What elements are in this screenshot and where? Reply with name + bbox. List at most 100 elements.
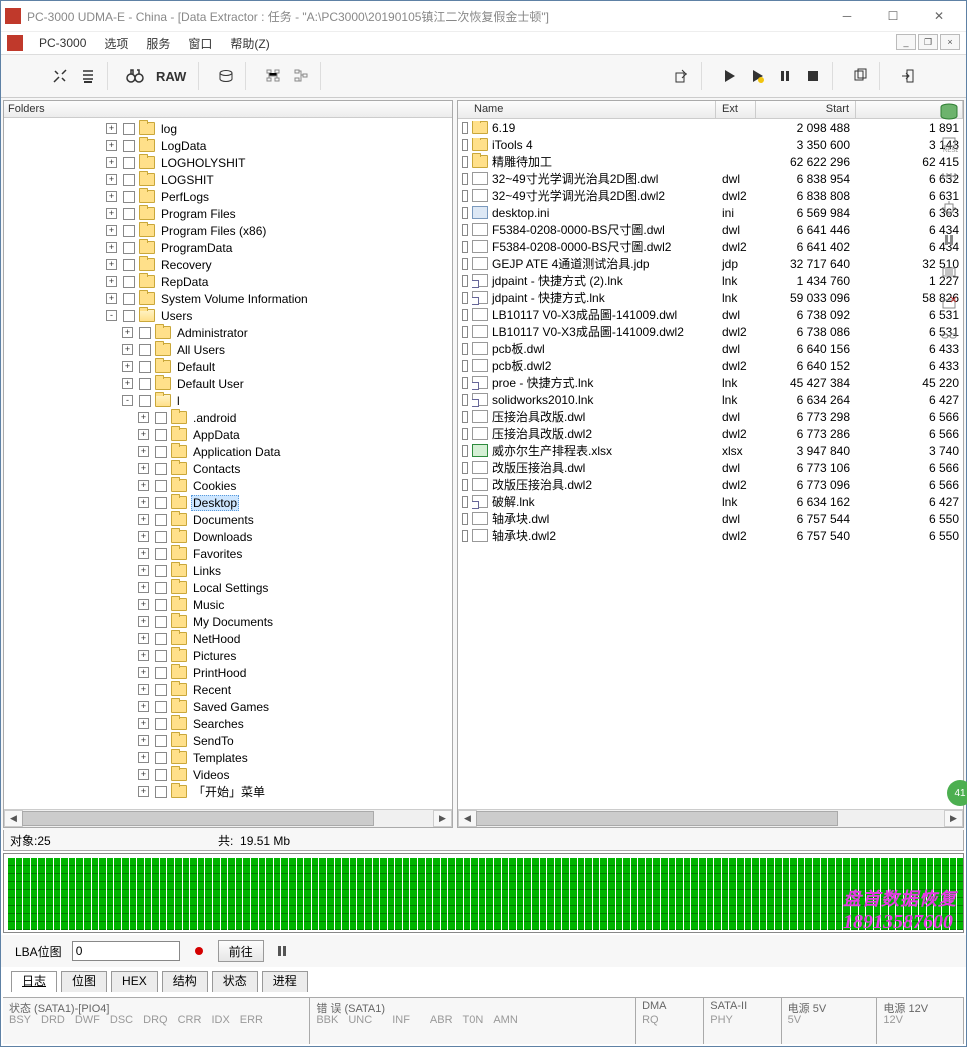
sector-bitmap[interactable]: 盘首数据恢复 18913587600 [3, 853, 964, 933]
tree-node[interactable]: +Application Data [8, 443, 428, 460]
file-row[interactable]: F5384-0208-0000-BS尺寸圖.dwl2dwl26 641 4026… [458, 238, 963, 255]
checkbox[interactable] [155, 582, 167, 594]
checkbox[interactable] [462, 241, 468, 253]
checkbox[interactable] [462, 326, 468, 338]
tree-node[interactable]: +Recent [8, 681, 428, 698]
checkbox[interactable] [139, 361, 151, 373]
tree-node[interactable]: +LogData [8, 137, 428, 154]
lba-input[interactable] [72, 941, 180, 961]
checkbox[interactable] [462, 411, 468, 423]
tree-node[interactable]: +Program Files [8, 205, 428, 222]
checkbox[interactable] [123, 123, 135, 135]
record-icon[interactable] [190, 943, 208, 959]
block-x-icon[interactable] [937, 292, 961, 316]
file-row[interactable]: 轴承块.dwl2dwl26 757 5406 550 [458, 527, 963, 544]
checkbox[interactable] [155, 616, 167, 628]
tab-status[interactable]: 状态 [212, 971, 258, 992]
checkbox[interactable] [123, 140, 135, 152]
tree-node[interactable]: -Users [8, 307, 428, 324]
file-row[interactable]: 压接治具改版.dwl2dwl26 773 2866 566 [458, 425, 963, 442]
file-row[interactable]: 威亦尔生产排程表.xlsxxlsx3 947 8403 740 [458, 442, 963, 459]
disk-icon[interactable] [215, 65, 237, 87]
checkbox[interactable] [123, 225, 135, 237]
tree-scrollbar[interactable]: ◀ ▶ [4, 809, 452, 827]
tree-node[interactable]: +Contacts [8, 460, 428, 477]
tree-node[interactable]: +Downloads [8, 528, 428, 545]
tree-node[interactable]: +LOGHOLYSHIT [8, 154, 428, 171]
tree-node[interactable]: +PrintHood [8, 664, 428, 681]
checkbox[interactable] [155, 548, 167, 560]
menu-item[interactable]: 帮助(Z) [224, 33, 275, 54]
tree-node[interactable]: +NetHood [8, 630, 428, 647]
checkbox[interactable] [139, 327, 151, 339]
tree-node[interactable]: +Videos [8, 766, 428, 783]
chip-icon[interactable] [937, 196, 961, 220]
checkbox[interactable] [123, 259, 135, 271]
tree-node[interactable]: +PerfLogs [8, 188, 428, 205]
file-row[interactable]: 压接治具改版.dwldwl6 773 2986 566 [458, 408, 963, 425]
checkbox[interactable] [155, 769, 167, 781]
play-warn-icon[interactable] [746, 65, 768, 87]
checkbox[interactable] [462, 462, 468, 474]
tree-node[interactable]: +Default User [8, 375, 428, 392]
col-ext[interactable]: Ext [716, 101, 756, 118]
tree-node[interactable]: +log [8, 120, 428, 137]
pause-icon[interactable] [774, 65, 796, 87]
scroll-left-icon[interactable]: ◀ [4, 810, 23, 827]
tree-node[interactable]: +「开始」菜单 [8, 783, 428, 800]
menu-item[interactable]: 窗口 [182, 33, 218, 54]
tree-node[interactable]: +Favorites [8, 545, 428, 562]
goto-button[interactable]: 前往 [218, 940, 264, 962]
tab-process[interactable]: 进程 [262, 971, 308, 992]
checkbox[interactable] [123, 157, 135, 169]
checkbox[interactable] [462, 139, 468, 151]
checkbox[interactable] [155, 565, 167, 577]
checkbox[interactable] [123, 293, 135, 305]
tree2-icon[interactable] [290, 65, 312, 87]
close-button[interactable]: ✕ [916, 2, 962, 30]
checkbox[interactable] [155, 480, 167, 492]
pause2-icon[interactable] [937, 228, 961, 252]
scroll-left-icon[interactable]: ◀ [458, 810, 477, 827]
checkbox[interactable] [155, 412, 167, 424]
tab-hex[interactable]: HEX [111, 971, 158, 992]
checkbox[interactable] [123, 276, 135, 288]
pause-icon[interactable] [274, 943, 290, 959]
checkbox[interactable] [155, 599, 167, 611]
binoculars-icon[interactable] [124, 65, 146, 87]
list-icon[interactable] [77, 65, 99, 87]
checkbox[interactable] [123, 242, 135, 254]
checkbox[interactable] [462, 173, 468, 185]
maximize-button[interactable]: ☐ [870, 2, 916, 30]
tree-node[interactable]: +Templates [8, 749, 428, 766]
export-icon[interactable] [671, 65, 693, 87]
checkbox[interactable] [155, 735, 167, 747]
file-row[interactable]: solidworks2010.lnklnk6 634 2646 427 [458, 391, 963, 408]
scroll-right-icon[interactable]: ▶ [433, 810, 452, 827]
tree-node[interactable]: -l [8, 392, 428, 409]
tab-log[interactable]: 日志 [11, 971, 57, 992]
checkbox[interactable] [155, 497, 167, 509]
file-row[interactable]: 改版压接治具.dwl2dwl26 773 0966 566 [458, 476, 963, 493]
checkbox[interactable] [155, 650, 167, 662]
tab-struct[interactable]: 结构 [162, 971, 208, 992]
checkbox[interactable] [155, 701, 167, 713]
checkbox[interactable] [462, 258, 468, 270]
reset-icon[interactable]: RESET [937, 132, 961, 156]
play-icon[interactable] [718, 65, 740, 87]
file-row[interactable]: LB10117 V0-X3成品圖-141009.dwldwl6 738 0926… [458, 306, 963, 323]
file-row[interactable]: desktop.iniini6 569 9846 363 [458, 204, 963, 221]
scroll-thumb[interactable] [22, 811, 374, 826]
file-row[interactable]: LB10117 V0-X3成品圖-141009.dwl2dwl26 738 08… [458, 323, 963, 340]
checkbox[interactable] [462, 292, 468, 304]
checkbox[interactable] [462, 377, 468, 389]
file-row[interactable]: 精雕待加工62 622 29662 415 [458, 153, 963, 170]
tree-node[interactable]: +Cookies [8, 477, 428, 494]
file-row[interactable]: pcb板.dwldwl6 640 1566 433 [458, 340, 963, 357]
tree-node[interactable]: +AppData [8, 426, 428, 443]
file-row[interactable]: pcb板.dwl2dwl26 640 1526 433 [458, 357, 963, 374]
checkbox[interactable] [155, 531, 167, 543]
mdi-minimize-button[interactable]: _ [896, 34, 916, 50]
file-row[interactable]: 6.192 098 4881 891 [458, 119, 963, 136]
block-icon[interactable] [937, 260, 961, 284]
